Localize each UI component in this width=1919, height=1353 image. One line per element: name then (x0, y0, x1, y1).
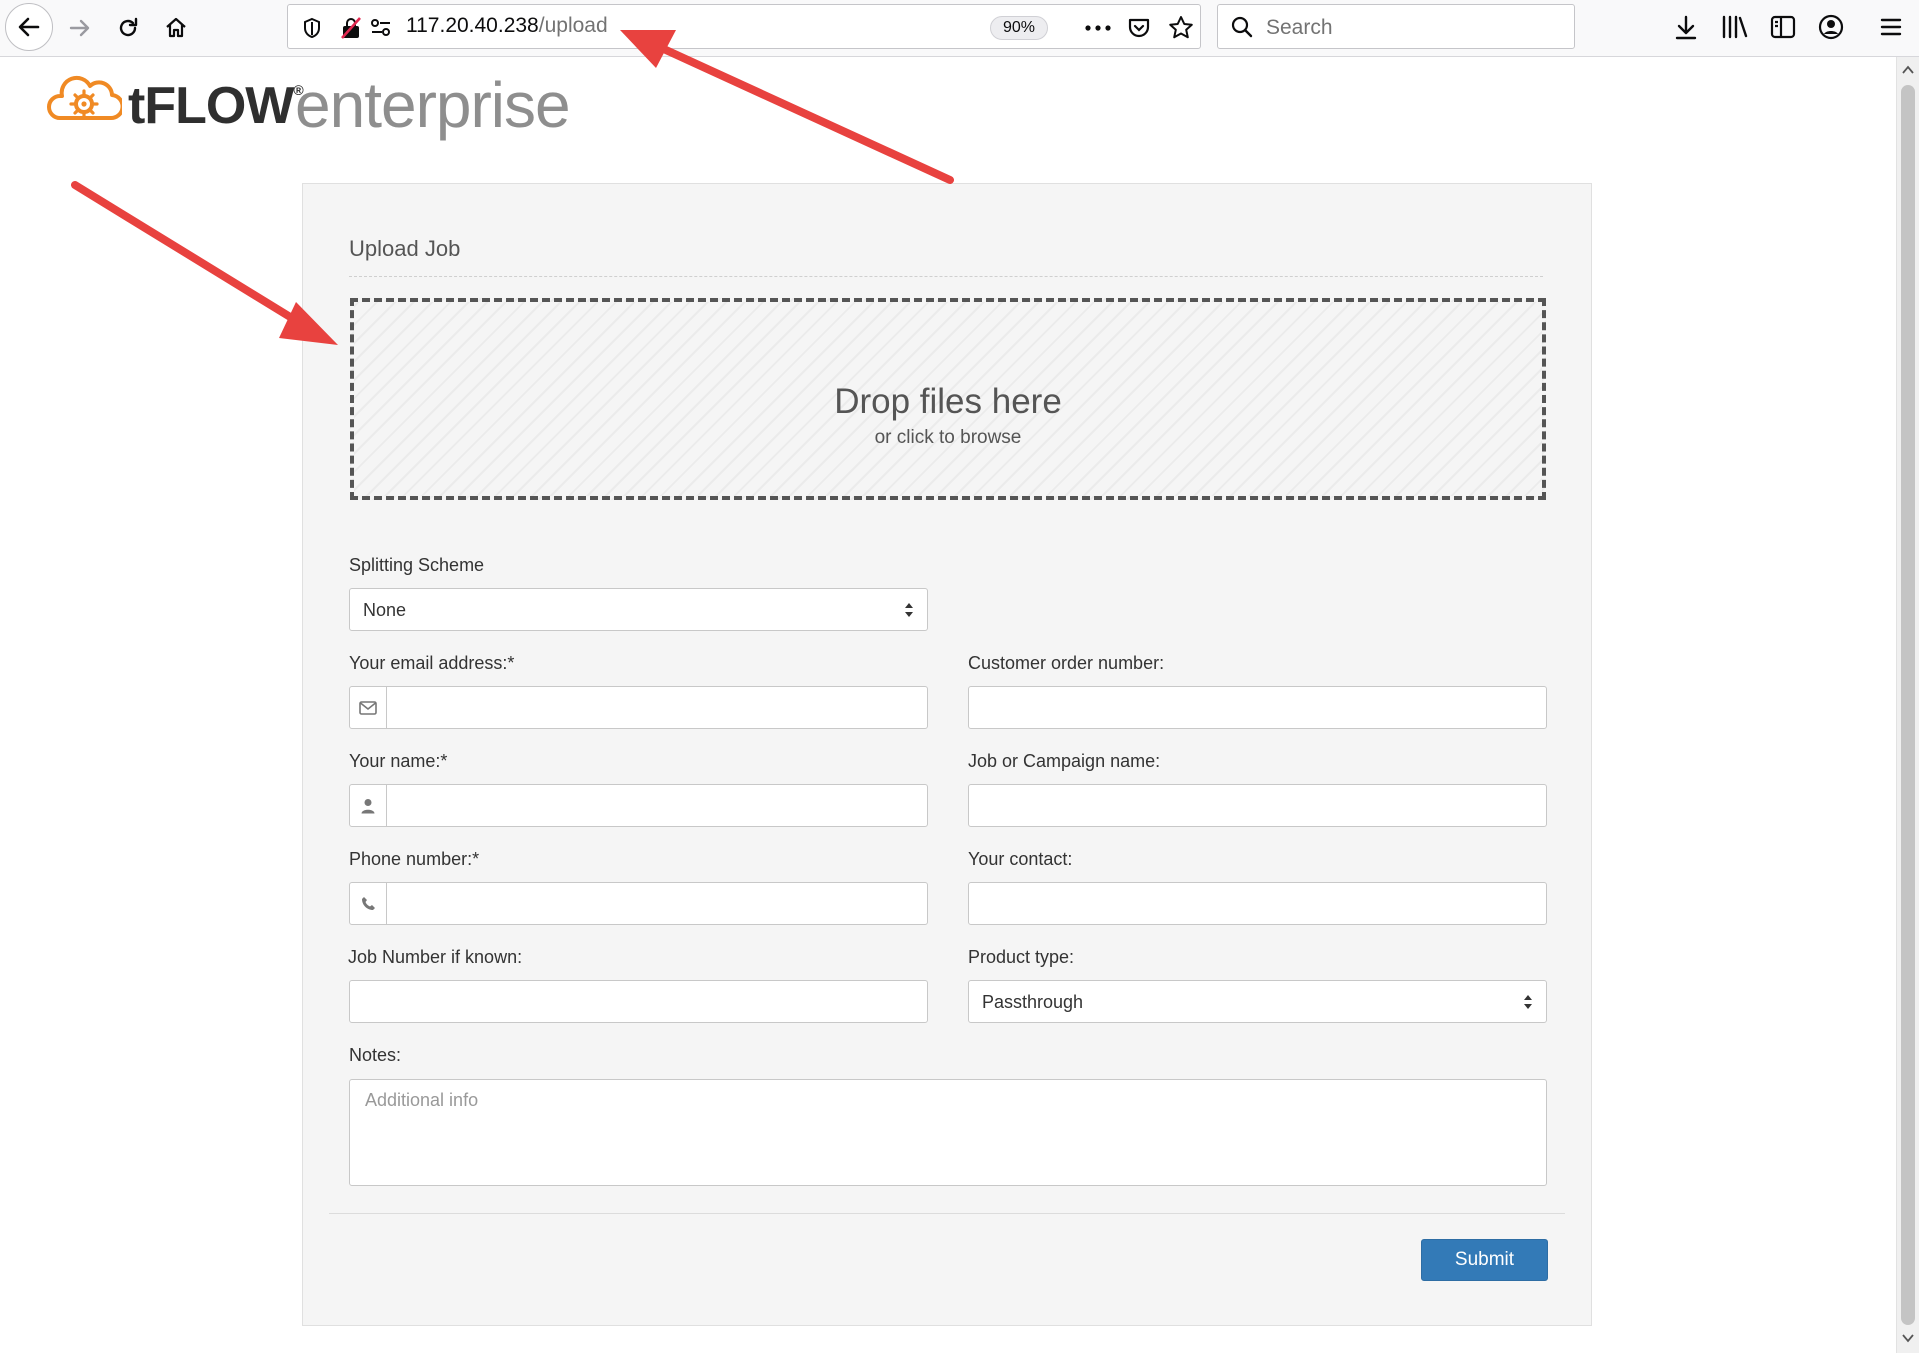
phone-label: Phone number:* (349, 849, 480, 869)
phone-icon (361, 897, 375, 910)
forward-button[interactable] (64, 12, 96, 44)
notes-label: Notes: (349, 1045, 402, 1065)
url-host: 117.20.40.238 (406, 14, 539, 37)
home-icon (166, 17, 186, 38)
scroll-up-arrow-icon[interactable] (1902, 65, 1914, 75)
browser-toolbar: 117.20.40.238/upload 90% (0, 0, 1919, 57)
page-title: Upload Job (349, 236, 1543, 277)
campaign-name-field[interactable] (968, 784, 1547, 827)
customer-order-label: Customer order number: (968, 653, 1165, 673)
email-addon (350, 687, 387, 728)
arrow-left-icon (18, 17, 40, 37)
phone-addon (350, 883, 387, 924)
dropzone-subtitle: or click to browse (874, 427, 1022, 448)
email-input[interactable] (394, 696, 918, 722)
scrollbar-thumb[interactable] (1901, 85, 1915, 1325)
select-arrows-icon (1524, 995, 1532, 1009)
url-text[interactable]: 117.20.40.238/upload (406, 14, 608, 38)
pocket-icon[interactable] (1127, 16, 1151, 40)
splitting-scheme-label: Splitting Scheme (349, 555, 485, 575)
email-field[interactable] (349, 686, 928, 729)
page-scrollbar[interactable] (1896, 57, 1919, 1353)
file-dropzone[interactable]: Drop files here or click to browse (350, 298, 1546, 500)
product-type-value: Passthrough (982, 992, 1084, 1012)
contact-field[interactable] (968, 882, 1547, 925)
phone-input[interactable] (394, 892, 918, 918)
sidebar-icon[interactable] (1770, 15, 1796, 39)
name-addon (350, 785, 387, 826)
envelope-icon (359, 700, 377, 715)
downloads-icon[interactable] (1674, 15, 1698, 41)
cloud-gear-icon (47, 75, 122, 121)
dropzone-title: Drop files here (834, 382, 1062, 421)
arrow-to-dropzone (71, 181, 338, 345)
search-bar[interactable] (1217, 4, 1575, 49)
job-number-field[interactable] (349, 980, 928, 1023)
name-input[interactable] (394, 794, 918, 820)
customer-order-field[interactable] (968, 686, 1547, 729)
back-button[interactable] (5, 3, 53, 51)
search-icon (1231, 16, 1253, 38)
user-icon (361, 798, 375, 813)
zoom-level-button[interactable]: 90% (990, 16, 1048, 40)
product-type-select[interactable]: Passthrough (968, 980, 1547, 1023)
splitting-scheme-value: None (363, 600, 407, 620)
phone-field[interactable] (349, 882, 928, 925)
hamburger-menu-icon[interactable] (1880, 16, 1902, 38)
scroll-down-arrow-icon[interactable] (1902, 1333, 1914, 1343)
library-icon[interactable] (1721, 15, 1749, 39)
search-input[interactable] (1264, 13, 1568, 43)
reload-icon (119, 17, 138, 37)
name-field[interactable] (349, 784, 928, 827)
logo-brand-text: tFLOW® (128, 77, 304, 135)
notes-field[interactable] (349, 1079, 1547, 1186)
logo-product-text: enterprise (295, 69, 571, 141)
bookmark-star-icon[interactable] (1168, 15, 1194, 41)
product-type-label: Product type: (968, 947, 1075, 967)
shield-icon (304, 17, 320, 39)
campaign-name-label: Job or Campaign name: (968, 751, 1161, 771)
url-bar[interactable]: 117.20.40.238/upload 90% (287, 4, 1201, 49)
contact-label: Your contact: (968, 849, 1073, 869)
reload-button[interactable] (112, 12, 144, 44)
contact-input[interactable] (981, 892, 1535, 918)
insecure-lock-icon (341, 17, 361, 39)
name-label: Your name:* (349, 751, 448, 771)
campaign-name-input[interactable] (981, 794, 1535, 820)
form-footer (329, 1213, 1565, 1300)
arrow-right-icon (69, 19, 90, 37)
url-path: /upload (538, 14, 608, 37)
more-actions-icon[interactable] (1085, 25, 1111, 31)
notes-textarea[interactable] (363, 1088, 1537, 1182)
splitting-scheme-select[interactable]: None (349, 588, 928, 631)
job-number-label: Job Number if known: (348, 947, 523, 967)
customer-order-input[interactable] (981, 696, 1535, 722)
select-arrows-icon (905, 603, 913, 617)
submit-button[interactable]: Submit (1421, 1239, 1548, 1281)
upload-job-panel: Upload Job Drop files here or click to b… (302, 183, 1592, 1326)
account-icon[interactable] (1818, 14, 1844, 40)
email-label: Your email address:* (349, 653, 515, 673)
home-button[interactable] (160, 12, 192, 44)
job-number-input[interactable] (362, 990, 916, 1016)
permissions-icon (371, 19, 390, 36)
